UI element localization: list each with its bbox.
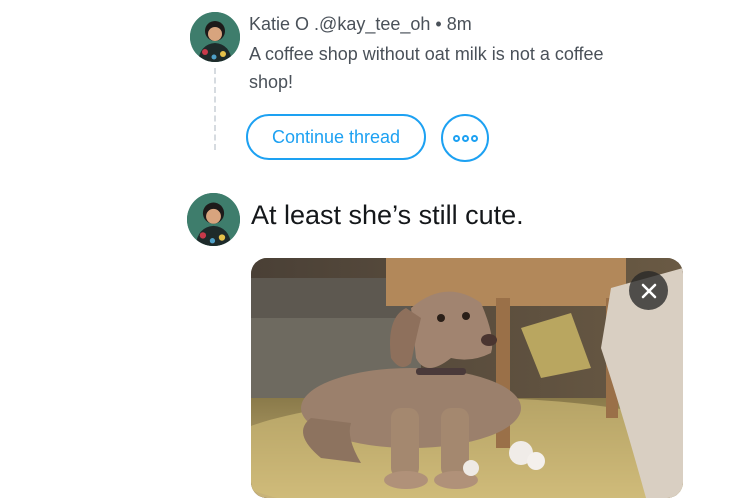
close-icon <box>641 283 656 298</box>
compose-text-input[interactable]: At least she’s still cute. <box>251 200 524 231</box>
more-options-button[interactable] <box>441 114 489 162</box>
continue-thread-button[interactable]: Continue thread <box>246 114 426 160</box>
remove-photo-button[interactable] <box>629 271 668 310</box>
more-dot <box>461 134 469 142</box>
tweet-time: 8m <box>446 14 472 34</box>
compose-avatar[interactable] <box>187 193 240 246</box>
tweet-text: A coffee shop without oat milk is not a … <box>249 44 604 92</box>
author-avatar[interactable] <box>190 12 240 62</box>
thread-connector-line <box>214 68 216 150</box>
more-dot <box>470 134 478 142</box>
tweet-header: Katie O .@kay_tee_oh • 8m <box>249 14 472 35</box>
author-handle[interactable]: .@kay_tee_oh <box>314 14 430 34</box>
author-name[interactable]: Katie O <box>249 14 309 34</box>
separator-dot: • <box>435 14 442 34</box>
attached-photo[interactable] <box>251 258 683 498</box>
more-dots-icon <box>452 134 460 142</box>
